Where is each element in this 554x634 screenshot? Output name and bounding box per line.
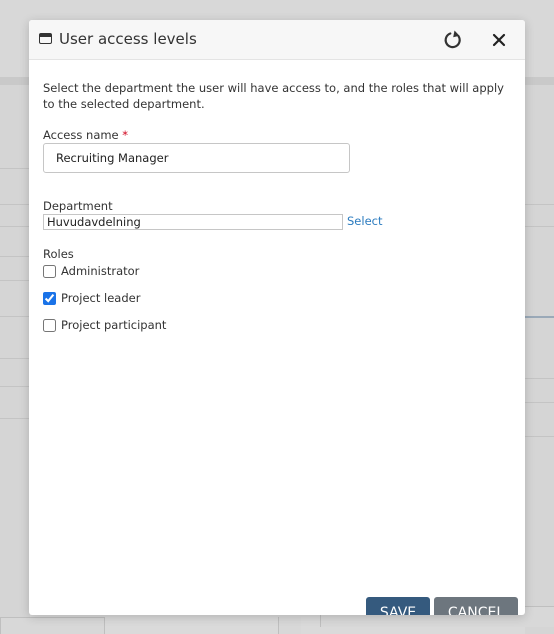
background-right-panel (525, 85, 554, 634)
save-button[interactable]: SAVE (366, 597, 430, 615)
background-row-divider (525, 316, 554, 318)
role-project-participant[interactable]: Project participant (43, 317, 166, 333)
background-row-divider (0, 418, 30, 419)
department-input[interactable] (43, 214, 343, 230)
department-select-link[interactable]: Select (347, 214, 382, 228)
background-row-divider (0, 256, 30, 257)
background-bottom-tab (278, 617, 301, 634)
background-row-divider (0, 168, 30, 169)
background-row-divider (525, 226, 554, 227)
access-name-input[interactable] (43, 143, 350, 173)
role-project-leader-label: Project leader (61, 291, 141, 305)
required-marker: * (122, 128, 129, 142)
department-label: Department (43, 199, 113, 213)
roles-label: Roles (43, 247, 74, 261)
role-project-participant-checkbox[interactable] (43, 318, 56, 332)
role-administrator-checkbox[interactable] (43, 264, 56, 278)
background-row-divider (525, 436, 554, 437)
background-row-divider (525, 402, 554, 403)
background-row-divider (0, 280, 30, 281)
role-project-leader-checkbox[interactable] (43, 291, 56, 305)
cancel-button[interactable]: CANCEL (434, 597, 518, 615)
role-project-participant-label: Project participant (61, 318, 167, 332)
role-project-leader[interactable]: Project leader (43, 290, 140, 306)
background-row-divider (0, 226, 30, 227)
dialog-title: User access levels (59, 30, 197, 48)
background-row-divider (525, 204, 554, 205)
close-button[interactable] (487, 28, 511, 52)
user-access-levels-dialog: User access levels Select the department… (29, 20, 525, 615)
background-bottom-tab (0, 617, 105, 634)
window-icon (39, 33, 52, 44)
refresh-icon (444, 30, 461, 49)
background-row-divider (0, 204, 30, 205)
access-name-label: Access name * (43, 128, 128, 142)
intro-text: Select the department the user will have… (43, 81, 504, 111)
background-row-divider (0, 316, 30, 317)
role-administrator[interactable]: Administrator (43, 263, 139, 279)
access-name-label-text: Access name (43, 128, 119, 142)
background-row-divider (0, 386, 30, 387)
background-row-divider (0, 358, 30, 359)
dialog-header: User access levels (29, 20, 525, 60)
role-administrator-label: Administrator (61, 264, 140, 278)
background-row-divider (525, 378, 554, 379)
close-icon (492, 33, 506, 47)
refresh-button[interactable] (441, 28, 465, 52)
